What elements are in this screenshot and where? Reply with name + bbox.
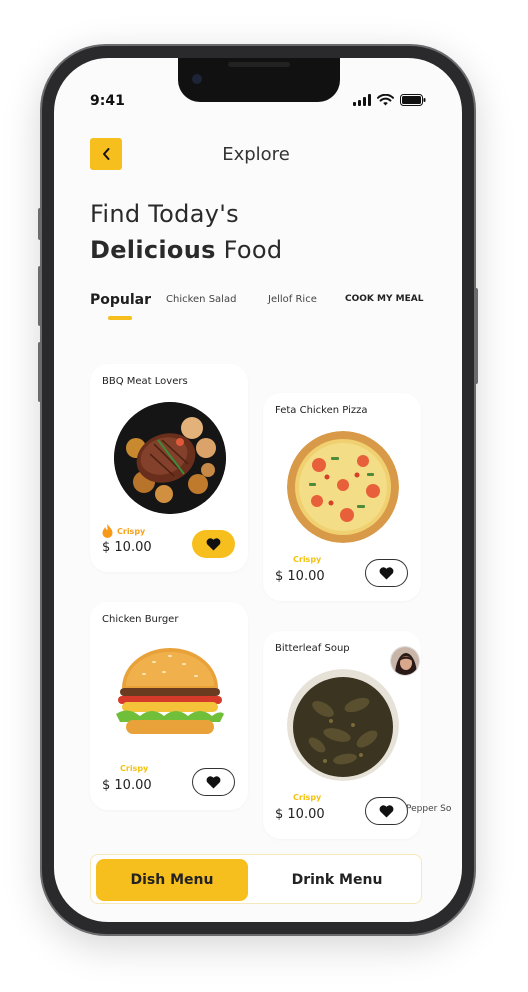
tab-popular[interactable]: Popular	[90, 292, 151, 308]
status-icons	[353, 94, 426, 106]
hero-bold-word: Delicious	[90, 236, 216, 264]
card-title: Feta Chicken Pizza	[275, 405, 368, 416]
price: $ 10.00	[275, 569, 325, 584]
hero-line-2-rest: Food	[215, 236, 283, 264]
card-title: Bitterleaf Soup	[275, 643, 350, 654]
food-card-feta-chicken-pizza[interactable]: Feta Chicken Pizza Crispy $ 10.00	[263, 393, 421, 601]
favorite-button[interactable]	[365, 559, 408, 587]
back-button[interactable]	[90, 138, 122, 170]
screen: 9:41 Explore Find Today's Delicious Food	[54, 58, 462, 922]
burger-image	[114, 642, 226, 754]
card-title: Chicken Burger	[102, 614, 179, 625]
heart-icon	[379, 804, 394, 817]
price: $ 10.00	[102, 540, 152, 555]
menu-toggle: Dish Menu Drink Menu	[90, 854, 422, 904]
battery-icon	[400, 94, 426, 106]
peek-card-title: Pepper So	[406, 804, 452, 814]
favorite-button[interactable]	[192, 768, 235, 796]
crispy-tag: Crispy	[117, 527, 146, 536]
hero-line-2: Delicious Food	[90, 232, 282, 268]
tab-active-indicator	[108, 316, 132, 320]
dish-menu-button[interactable]: Dish Menu	[96, 859, 248, 901]
favorite-button[interactable]	[192, 530, 235, 558]
power-button	[474, 288, 478, 384]
mute-switch	[38, 208, 42, 240]
bbq-meat-image	[114, 402, 226, 514]
category-tabs: Popular Chicken Salad Jellof Rice COOK M…	[90, 292, 430, 324]
hero-heading: Find Today's Delicious Food	[90, 196, 282, 268]
tab-chicken-salad[interactable]: Chicken Salad	[166, 294, 236, 305]
tab-jellof-rice[interactable]: Jellof Rice	[268, 294, 317, 305]
heart-icon	[206, 537, 221, 550]
price: $ 10.00	[102, 778, 152, 793]
volume-down-button	[38, 342, 42, 402]
chevron-left-icon	[103, 148, 110, 160]
wifi-icon	[377, 94, 394, 106]
hero-line-1: Find Today's	[90, 200, 239, 228]
status-time: 9:41	[90, 93, 125, 109]
avatar[interactable]	[390, 646, 420, 676]
food-card-bbq-meat-lovers[interactable]: BBQ Meat Lovers Crispy $ 10.00	[90, 364, 248, 572]
heart-icon	[206, 775, 221, 788]
heart-icon	[379, 566, 394, 579]
card-title: BBQ Meat Lovers	[102, 376, 188, 387]
crispy-tag: Crispy	[293, 793, 322, 802]
bitterleaf-soup-image	[287, 669, 399, 781]
cell-signal-icon	[353, 94, 371, 106]
page-title: Explore	[222, 144, 290, 165]
favorite-button[interactable]	[365, 797, 408, 825]
crispy-tag: Crispy	[293, 555, 322, 564]
speaker	[228, 62, 290, 67]
tab-cook-my-meal[interactable]: COOK MY MEAL	[345, 294, 423, 304]
crispy-tag: Crispy	[120, 764, 149, 773]
pizza-image	[287, 431, 399, 543]
price: $ 10.00	[275, 807, 325, 822]
volume-up-button	[38, 266, 42, 326]
notch	[178, 58, 340, 102]
food-card-chicken-burger[interactable]: Chicken Burger Crispy $ 10.00	[90, 602, 248, 810]
front-camera	[192, 74, 202, 84]
drink-menu-button[interactable]: Drink Menu	[261, 859, 413, 901]
